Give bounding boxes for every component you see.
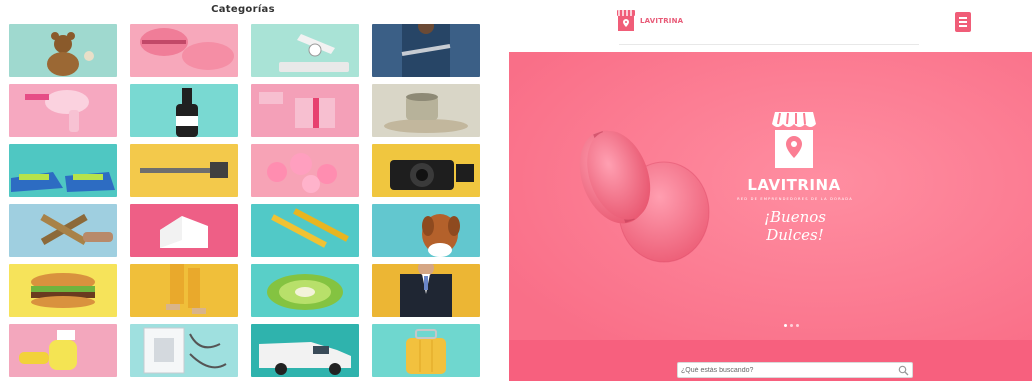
category-tile[interactable] [251,24,359,77]
category-tile[interactable] [372,204,480,257]
category-tile[interactable] [372,24,480,77]
carousel-dot[interactable] [784,324,787,327]
electrical-panel-icon [130,324,238,377]
kiwi-icon [251,264,359,317]
search-band [509,340,1032,381]
suitcase-icon [372,324,480,377]
category-tile[interactable] [130,84,238,137]
category-tile[interactable] [130,264,238,317]
carousel-dot[interactable] [790,324,793,327]
store-logo-icon[interactable] [616,9,636,33]
legs-icon [130,264,238,317]
house-model-icon [130,204,238,257]
spray-bottle-icon [9,324,117,377]
categories-title: Categorías [211,4,275,15]
sneakers-icon [9,144,117,197]
category-tile[interactable] [9,204,117,257]
site-header: LAVITRINA [509,0,1032,46]
category-tile[interactable] [251,264,359,317]
teddy-bear-icon [9,24,117,77]
wine-bottle-icon [130,84,238,137]
macaron-icon [130,24,238,77]
categories-grid [9,24,481,377]
search-input[interactable] [681,364,891,376]
hammer-icon [130,144,238,197]
category-tile[interactable] [9,324,117,377]
category-tile[interactable] [372,324,480,377]
search-box [677,362,913,378]
brand-store-logo-icon [772,112,816,168]
van-icon [251,324,359,377]
businessman-icon [372,264,480,317]
burger-icon [9,264,117,317]
cross-plank-icon [9,204,117,257]
carousel-dots [784,314,804,327]
category-tile[interactable] [130,324,238,377]
macarons-image [509,52,1032,340]
search-icon[interactable] [898,365,909,376]
dog-icon [372,204,480,257]
tulips-icon [251,144,359,197]
kitchen-scale-icon [251,24,359,77]
camera-icon [372,144,480,197]
site-preview: LAVITRINA LAVITRINA RED DE EMPRENDEDORES… [509,0,1032,381]
category-tile[interactable] [251,84,359,137]
carousel-dot[interactable] [796,324,799,327]
hamburger-icon [959,17,967,19]
category-tile[interactable] [9,264,117,317]
category-tile[interactable] [372,84,480,137]
category-tile[interactable] [9,144,117,197]
categories-panel: Categorías [0,0,486,381]
category-tile[interactable] [9,84,117,137]
hamburger-menu-button[interactable] [955,12,971,32]
hair-dryer-icon [9,84,117,137]
coffee-cup-icon [372,84,480,137]
category-tile[interactable] [130,204,238,257]
header-divider [619,44,919,45]
category-tile[interactable] [372,264,480,317]
pencils-icon [251,204,359,257]
category-tile[interactable] [9,24,117,77]
hero-greeting: ¡Buenos Dulces! [764,208,826,244]
category-tile[interactable] [251,204,359,257]
gift-icon [251,84,359,137]
category-tile[interactable] [251,324,359,377]
site-logo-text[interactable]: LAVITRINA [640,17,683,25]
category-tile[interactable] [130,24,238,77]
category-tile[interactable] [251,144,359,197]
category-tile[interactable] [372,144,480,197]
hero-brand-name: LAVITRINA [747,176,841,194]
hero-tagline: RED DE EMPRENDEDORES DE LA DORADA [737,197,853,201]
hero-banner: LAVITRINA RED DE EMPRENDEDORES DE LA DOR… [509,52,1032,340]
category-tile[interactable] [130,144,238,197]
mechanic-icon [372,24,480,77]
